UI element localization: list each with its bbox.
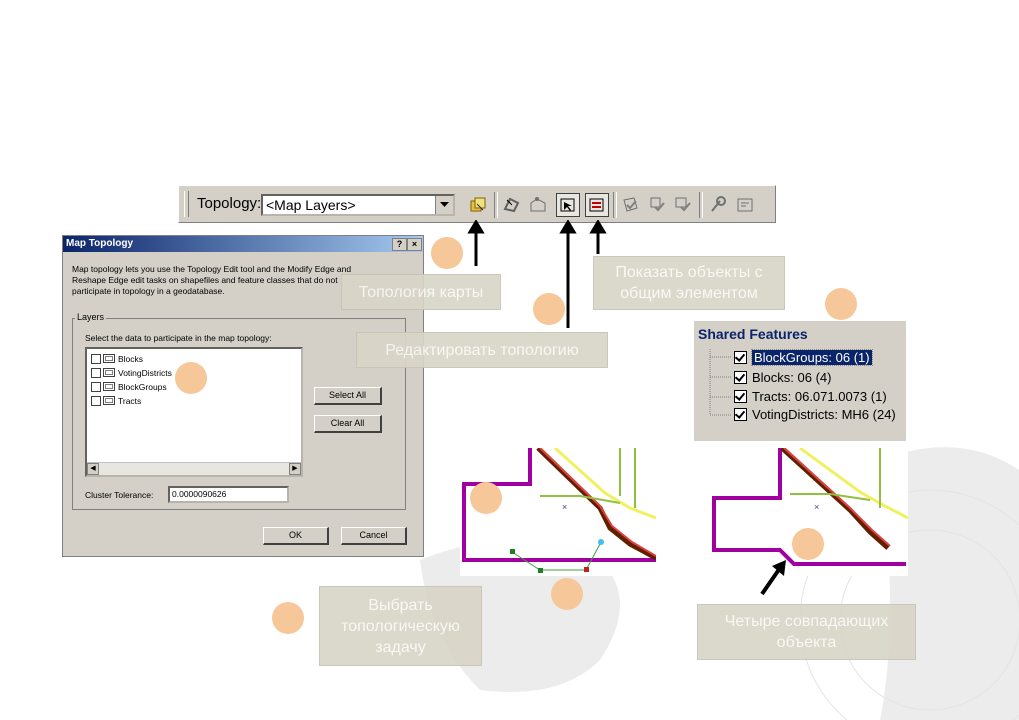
feature-checkbox[interactable] — [734, 351, 747, 364]
layer-icon — [103, 396, 115, 405]
clear-all-button[interactable]: Clear All — [314, 415, 382, 433]
topology-edit-tool-icon — [503, 197, 520, 213]
validate-icon — [623, 197, 638, 212]
layer-checkbox[interactable] — [91, 381, 101, 392]
layer-checkbox[interactable] — [91, 367, 101, 378]
layer-icon — [103, 354, 115, 363]
map-topology-icon — [470, 197, 486, 212]
cancel-button[interactable]: Cancel — [341, 527, 407, 545]
shared-feature-item[interactable]: BlockGroups: 06 (1) — [734, 349, 873, 366]
layer-icon — [103, 368, 115, 377]
marker-dot — [470, 482, 502, 514]
toolbar-separator — [494, 192, 498, 218]
feature-label: Tracts: 06.071.0073 (1) — [752, 389, 887, 404]
feature-label: Blocks: 06 (4) — [752, 370, 832, 385]
error-inspector-icon — [737, 198, 753, 212]
layer-name: Tracts — [118, 395, 142, 406]
list-item[interactable]: BlockGroups — [91, 380, 167, 393]
layers-instruction: Select the data to participate in the ma… — [85, 333, 272, 343]
toolbar-label: Topology: — [197, 195, 262, 212]
validate-button[interactable] — [619, 193, 643, 217]
validate-extent-icon — [675, 197, 691, 212]
callout-edit-topology: Редактировать топологию — [356, 332, 608, 368]
dialog-title: Map Topology — [63, 236, 423, 252]
feature-checkbox[interactable] — [734, 390, 747, 403]
fix-topology-error-icon — [711, 196, 726, 212]
shared-features-button[interactable] — [585, 193, 609, 217]
shared-feature-item[interactable]: VotingDistricts: MH6 (24) — [734, 406, 896, 423]
scroll-left-icon[interactable]: ◀ — [87, 463, 99, 475]
marker-dot — [431, 237, 463, 269]
layers-group-title: Layers — [75, 312, 107, 322]
modify-edge-icon — [530, 197, 546, 212]
layer-name: BlockGroups — [118, 381, 167, 392]
edit-topology-button[interactable] — [556, 193, 580, 217]
svg-text:×: × — [562, 502, 567, 512]
help-button[interactable]: ? — [392, 238, 407, 251]
cluster-tolerance-input[interactable]: 0.0000090626 — [168, 486, 289, 503]
shared-feature-item[interactable]: Blocks: 06 (4) — [734, 369, 831, 386]
feature-label: BlockGroups: 06 (1) — [751, 349, 873, 366]
layer-name: Blocks — [118, 353, 144, 364]
shared-features-title: Shared Features — [698, 326, 808, 342]
list-item[interactable]: Tracts — [91, 394, 141, 407]
topology-edit-tool-button[interactable] — [500, 193, 524, 217]
toolbar-separator — [613, 192, 617, 218]
callout-select-task: Выбрать топологическую задачу — [319, 586, 482, 666]
callout-map-topology: Топология карты — [341, 274, 501, 310]
marker-dot — [533, 293, 565, 325]
list-item[interactable]: VotingDistricts — [91, 366, 172, 379]
svg-text:×: × — [814, 502, 819, 512]
feature-label: VotingDistricts: MH6 (24) — [752, 407, 896, 422]
ok-button[interactable]: OK — [263, 527, 329, 545]
combo-value: <Map Layers> — [266, 197, 356, 213]
shared-features-panel: Shared Features BlockGroups: 06 (1) Bloc… — [694, 321, 906, 441]
shared-feature-item[interactable]: Tracts: 06.071.0073 (1) — [734, 388, 887, 405]
dialog-description: Map topology lets you use the Topology E… — [72, 264, 352, 296]
feature-checkbox[interactable] — [734, 408, 747, 421]
toolbar-separator — [699, 192, 703, 218]
fix-topology-error-button[interactable] — [706, 193, 730, 217]
callout-show-shared: Показать объекты с общим элементом — [593, 256, 785, 310]
tree-lines — [709, 349, 732, 416]
list-item[interactable]: Blocks — [91, 352, 143, 365]
scroll-right-icon[interactable]: ▶ — [289, 463, 301, 475]
marker-dot — [825, 288, 857, 320]
close-button[interactable]: × — [407, 238, 422, 251]
show-shared-features-icon — [560, 198, 575, 212]
select-all-button[interactable]: Select All — [314, 387, 382, 405]
modify-edge-button[interactable] — [526, 193, 550, 217]
feature-checkbox[interactable] — [734, 371, 747, 384]
layer-name: VotingDistricts — [118, 367, 172, 378]
marker-dot — [272, 602, 304, 634]
callout-four-features: Четыре совпадающих объекта — [697, 604, 916, 660]
topology-layers-combo[interactable]: <Map Layers> — [261, 194, 455, 216]
layer-checkbox[interactable] — [91, 353, 101, 364]
topology-toolbar: Topology: <Map Layers> — [178, 185, 776, 223]
marker-dot — [175, 362, 207, 394]
marker-dot — [792, 528, 824, 560]
marker-dot — [551, 578, 583, 610]
arrow-icon — [760, 560, 786, 596]
horizontal-scrollbar[interactable]: ◀ ▶ — [87, 462, 301, 475]
cluster-tolerance-label: Cluster Tolerance: — [85, 490, 154, 500]
toolbar-grip[interactable] — [184, 191, 189, 217]
layer-checkbox[interactable] — [91, 395, 101, 406]
error-inspector-button[interactable] — [733, 193, 757, 217]
validate-selection-button[interactable] — [645, 193, 669, 217]
validate-extent-button[interactable] — [671, 193, 695, 217]
validate-selection-icon — [650, 197, 665, 212]
chevron-down-icon[interactable] — [435, 196, 453, 214]
layer-icon — [103, 382, 115, 391]
shared-features-icon — [589, 198, 604, 212]
map-topology-button[interactable] — [466, 193, 490, 217]
